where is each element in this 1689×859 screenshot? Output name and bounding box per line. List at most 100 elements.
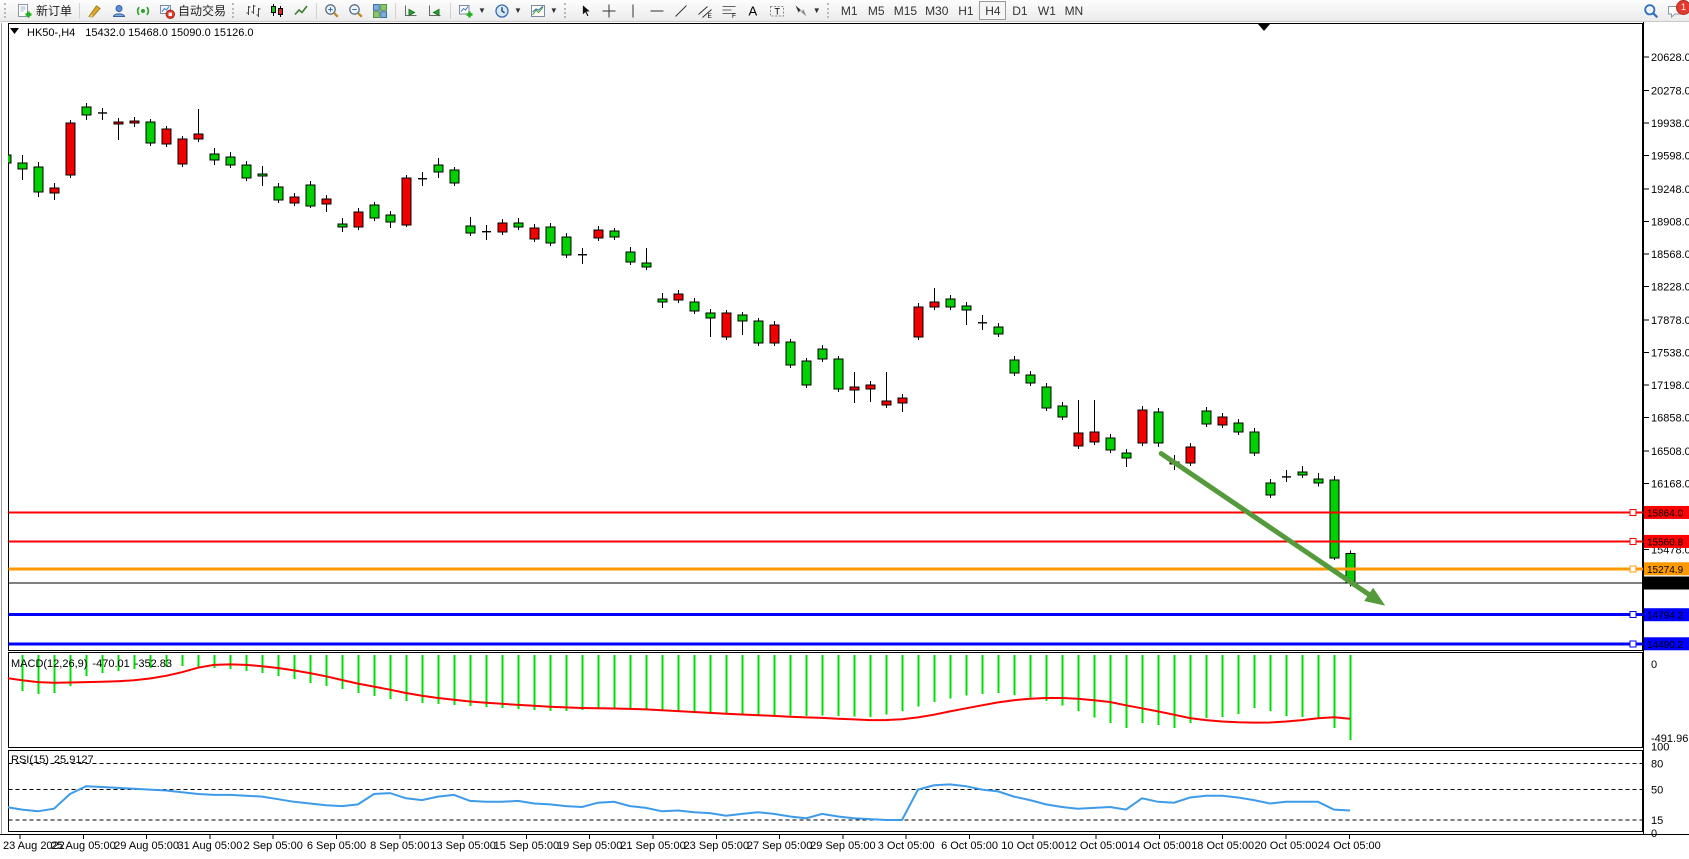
zoom-out-button[interactable]	[344, 1, 368, 20]
candle-body	[338, 224, 347, 227]
line-chart-button[interactable]	[289, 1, 313, 20]
svg-text:18908.0: 18908.0	[1651, 216, 1689, 228]
mt4-window: 新订单 自动交易 ▼ ▼ ▼ E F A T ▼	[0, 0, 1689, 859]
fibonacci-button[interactable]: F	[717, 1, 741, 20]
trendline-button[interactable]	[669, 1, 693, 20]
candle-body	[1250, 432, 1259, 453]
chart-shift-button[interactable]	[423, 1, 447, 20]
svg-text:15 Sep 05:00: 15 Sep 05:00	[494, 840, 559, 852]
search-icon	[1643, 3, 1659, 19]
candle-body	[546, 227, 555, 243]
svg-text:14490.2: 14490.2	[1647, 640, 1684, 651]
cursor-button[interactable]	[573, 1, 597, 20]
svg-text:0: 0	[1651, 828, 1657, 840]
zoom-in-button[interactable]	[320, 1, 344, 20]
candle-body	[514, 223, 523, 227]
svg-text:16858.0: 16858.0	[1651, 412, 1689, 424]
text-button[interactable]: A	[741, 1, 765, 20]
chart-shift-marker[interactable]	[1258, 24, 1270, 31]
signals-button[interactable]	[131, 1, 155, 20]
crosshair-button[interactable]	[597, 1, 621, 20]
chevron-down-icon: ▼	[813, 6, 821, 15]
candle-body	[994, 327, 1003, 334]
chart-title: HK50-,H415432.0 15468.0 15090.0 15126.0	[27, 27, 254, 39]
candle-body	[626, 252, 635, 262]
separator	[316, 3, 317, 19]
candle-body	[818, 349, 827, 359]
timeframe-h4-button[interactable]: H4	[979, 1, 1006, 20]
chart-window[interactable]: 20628.020278.019938.019598.019248.018908…	[0, 22, 1689, 859]
price-axis[interactable]: 20628.020278.019938.019598.019248.018908…	[1644, 52, 1689, 556]
toolbar-grip[interactable]	[827, 3, 832, 18]
candle-body	[258, 174, 267, 176]
autotrading-label: 自动交易	[178, 2, 226, 19]
svg-text:15126.0: 15126.0	[1647, 579, 1684, 590]
tile-windows-button[interactable]	[368, 1, 392, 20]
styler-button[interactable]	[83, 1, 107, 20]
horizontal-line-button[interactable]	[645, 1, 669, 20]
candle-body	[946, 299, 955, 307]
svg-text:16508.0: 16508.0	[1651, 446, 1689, 458]
search-button[interactable]	[1639, 1, 1663, 20]
text-label-button[interactable]: T	[765, 1, 789, 20]
candle-body	[674, 294, 683, 300]
new-order-button[interactable]: 新订单	[13, 1, 76, 20]
svg-text:24 Oct 05:00: 24 Oct 05:00	[1318, 840, 1381, 852]
zoom-out-icon	[348, 3, 364, 19]
timeframe-m15-button[interactable]: M15	[890, 1, 921, 20]
time-axis[interactable]: 23 Aug 202225 Aug 05:0029 Aug 05:0031 Au…	[3, 835, 1381, 853]
svg-text:2 Sep 05:00: 2 Sep 05:00	[244, 840, 303, 852]
expert-advisors-button[interactable]	[107, 1, 131, 20]
new-chart-button[interactable]: ▼	[454, 1, 490, 20]
line-handle	[1630, 538, 1636, 544]
timeframe-m30-button[interactable]: M30	[921, 1, 952, 20]
line-handle	[1630, 641, 1636, 647]
svg-text:29 Aug 05:00: 29 Aug 05:00	[114, 840, 179, 852]
timeframe-h1-button[interactable]: H1	[952, 1, 979, 20]
candle-body	[354, 212, 363, 227]
candle-chart-button[interactable]	[265, 1, 289, 20]
svg-text:20 Oct 05:00: 20 Oct 05:00	[1255, 840, 1318, 852]
candle-body	[914, 307, 923, 337]
candle-body	[50, 188, 59, 193]
templates-button[interactable]: ▼	[526, 1, 562, 20]
toolbar-grip[interactable]	[232, 3, 237, 18]
chart-collapse-icon[interactable]	[10, 28, 19, 34]
periods-button[interactable]: ▼	[490, 1, 526, 20]
equidistant-channel-button[interactable]: E	[693, 1, 717, 20]
candle-body	[162, 129, 171, 144]
svg-text:15: 15	[1651, 815, 1663, 827]
price-chart-svg[interactable]: 20628.020278.019938.019598.019248.018908…	[0, 22, 1689, 859]
timeframe-w1-button[interactable]: W1	[1033, 1, 1060, 20]
vertical-line-button[interactable]	[621, 1, 645, 20]
svg-text:27 Sep 05:00: 27 Sep 05:00	[747, 840, 812, 852]
timeframe-m5-button[interactable]: M5	[863, 1, 890, 20]
candle-body	[722, 313, 731, 337]
candle-body	[1010, 360, 1019, 373]
timeframe-d1-button[interactable]: D1	[1006, 1, 1033, 20]
new-order-icon	[17, 3, 33, 19]
doji-candle	[978, 322, 987, 323]
rsi-levels: 1008050150	[9, 741, 1670, 840]
auto-scroll-button[interactable]	[399, 1, 423, 20]
svg-text:15560.8: 15560.8	[1647, 537, 1684, 548]
arrows-icon	[793, 3, 809, 19]
svg-text:18 Oct 05:00: 18 Oct 05:00	[1191, 840, 1254, 852]
svg-text:19598.0: 19598.0	[1651, 150, 1689, 162]
svg-text:31 Aug 05:00: 31 Aug 05:00	[177, 840, 242, 852]
candle-body	[1218, 417, 1227, 425]
line-handle	[1630, 509, 1636, 515]
toolbar-grip[interactable]	[4, 3, 9, 18]
bar-chart-button[interactable]	[241, 1, 265, 20]
toolbar-grip[interactable]	[564, 3, 569, 18]
periods-clock-icon	[494, 3, 510, 19]
notifications-button[interactable]: 1	[1663, 1, 1687, 20]
arrows-button[interactable]: ▼	[789, 1, 825, 20]
timeframe-m1-button[interactable]: M1	[836, 1, 863, 20]
svg-text:16168.0: 16168.0	[1651, 478, 1689, 490]
autotrading-button[interactable]: 自动交易	[155, 1, 230, 20]
timeframe-mn-button[interactable]: MN	[1060, 1, 1087, 20]
horizontal-lines-layer[interactable]	[9, 509, 1644, 646]
candle-body	[930, 302, 939, 307]
svg-text:18228.0: 18228.0	[1651, 281, 1689, 293]
